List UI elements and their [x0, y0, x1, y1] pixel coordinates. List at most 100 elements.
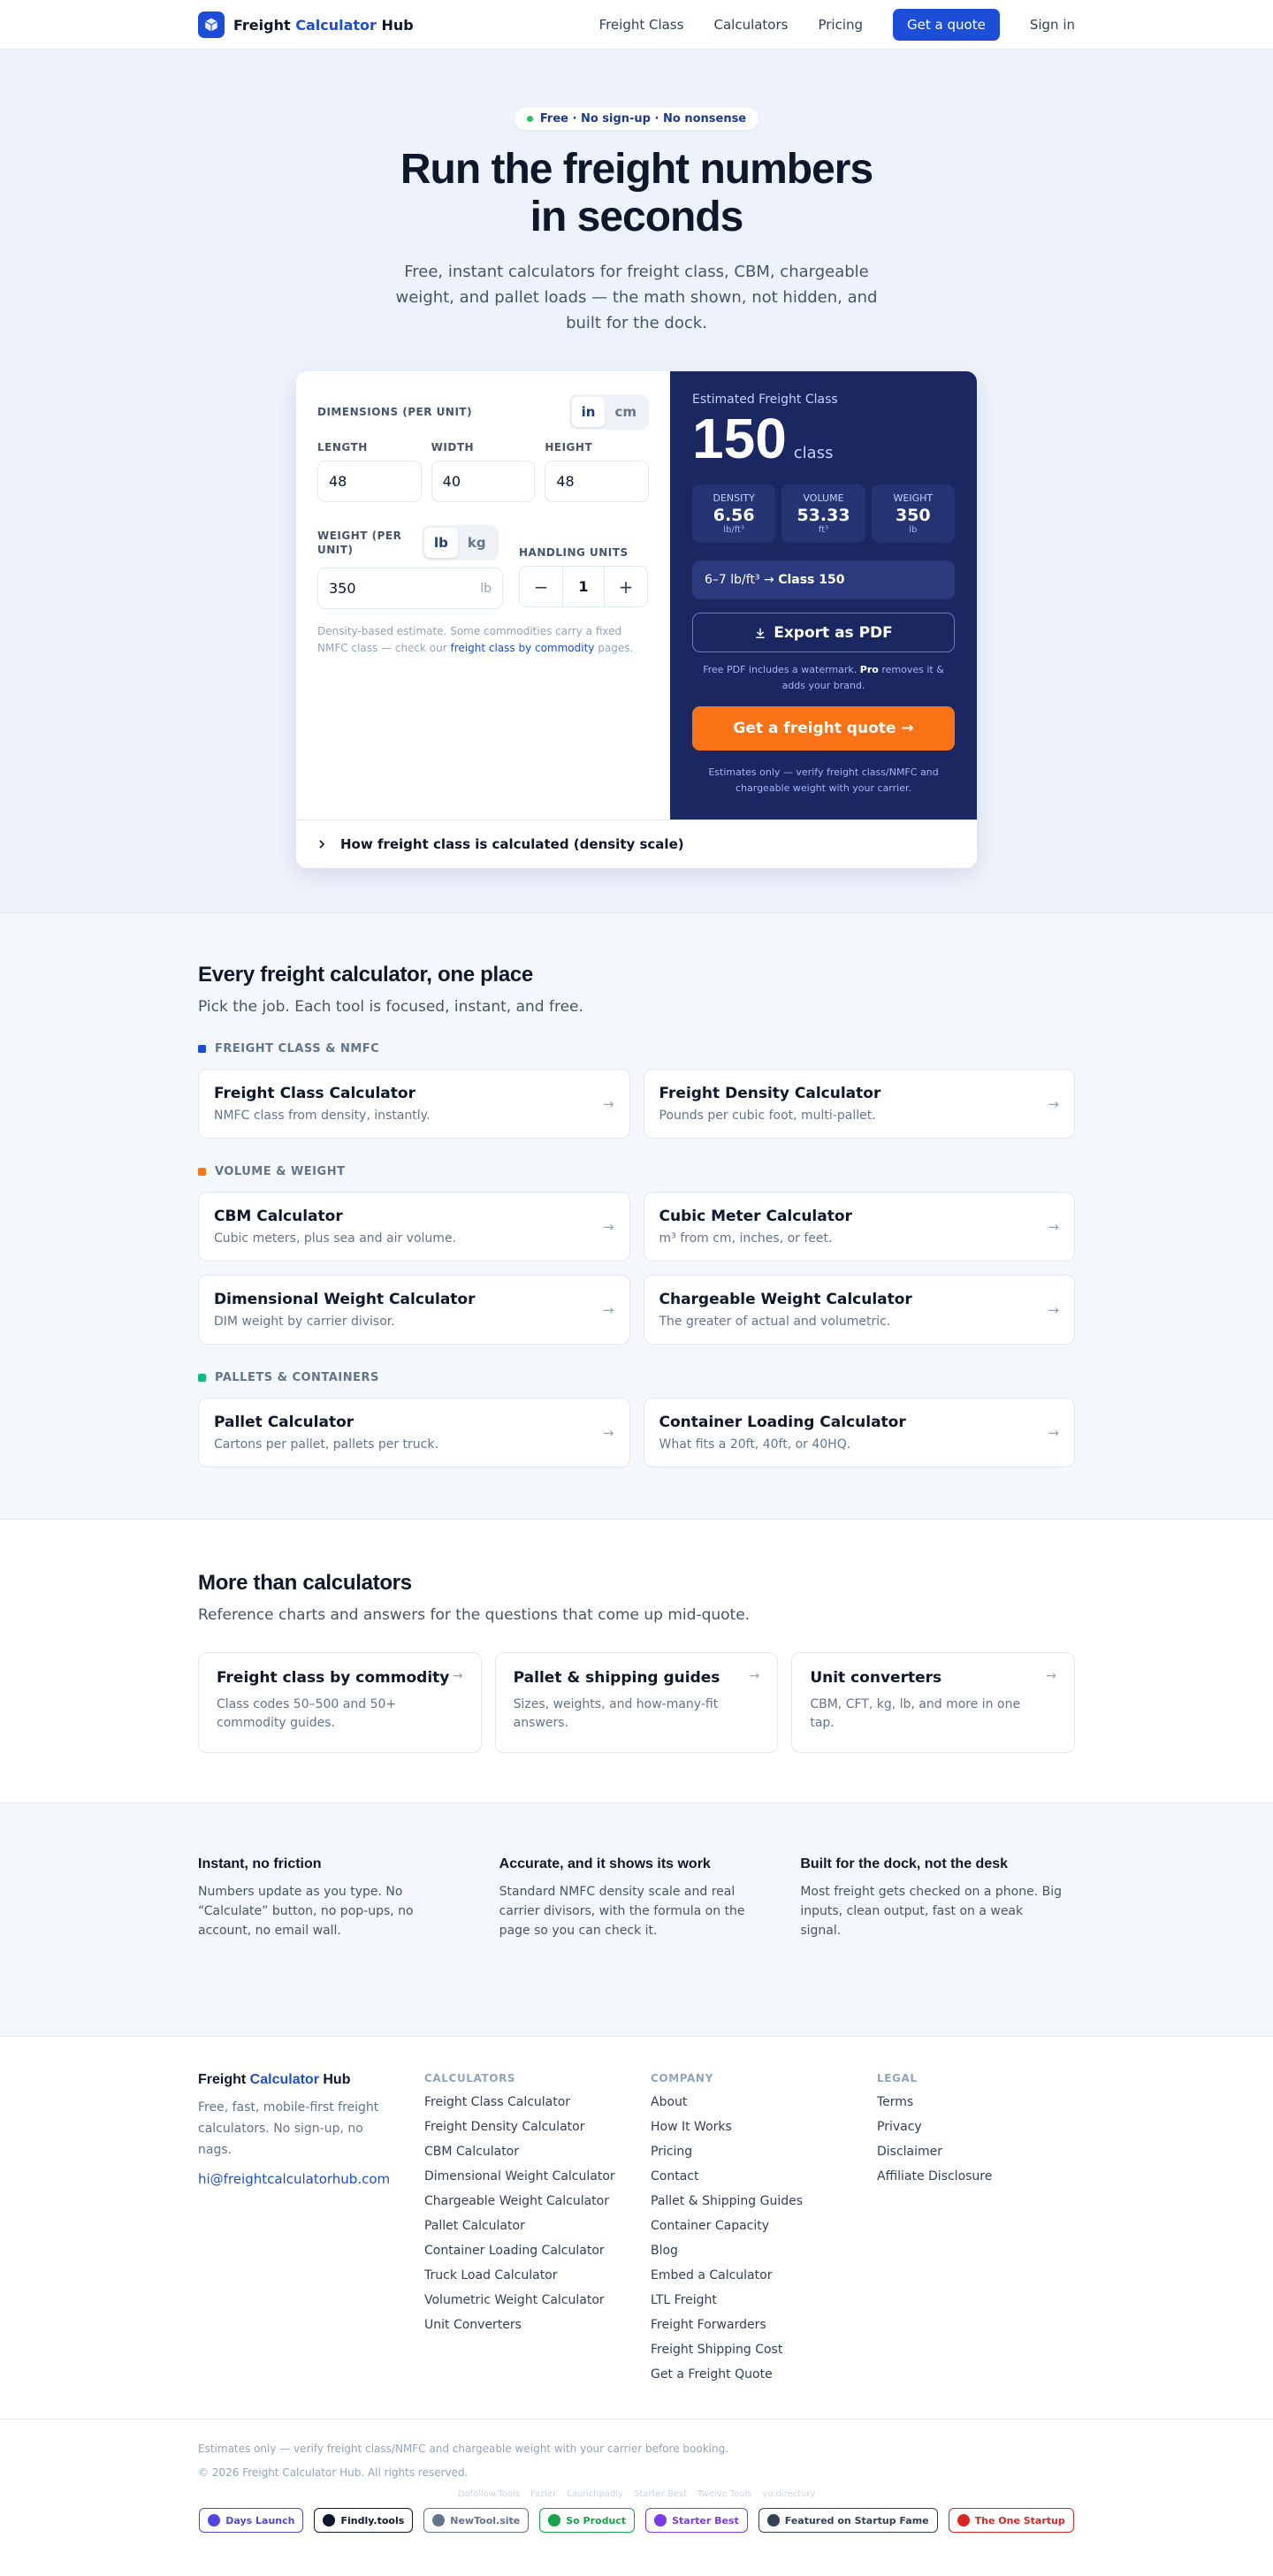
- footer-email-link[interactable]: hi@freightcalculatorhub.com: [198, 2171, 424, 2187]
- launch-badge[interactable]: Days Launch: [199, 2508, 304, 2533]
- sign-in-link[interactable]: Sign in: [1030, 17, 1075, 33]
- estimated-class-label: Estimated Freight Class: [692, 392, 838, 407]
- green-dot-icon: [526, 116, 533, 122]
- footer-company-link[interactable]: Get a Freight Quote: [651, 2362, 877, 2387]
- footer-calculator-link[interactable]: Container Loading Calculator: [424, 2238, 651, 2263]
- footer-company-link[interactable]: Pricing: [651, 2139, 877, 2164]
- density-scale-accordion[interactable]: How freight class is calculated (density…: [296, 819, 977, 868]
- directory-link[interactable]: Starter Best: [634, 2489, 687, 2499]
- tool-card-chargeable-weight[interactable]: Chargeable Weight Calculator The greater …: [643, 1275, 1075, 1345]
- footer-legal-link[interactable]: Terms: [877, 2090, 1075, 2115]
- category-pallets: PALLETS & CONTAINERS: [198, 1371, 1075, 1384]
- arrow-right-icon: →: [749, 1669, 760, 1683]
- width-label: WIDTH: [431, 441, 475, 453]
- footer-calculator-link[interactable]: Unit Converters: [424, 2313, 651, 2337]
- decrement-button[interactable]: −: [520, 567, 562, 606]
- nav-link-pricing[interactable]: Pricing: [818, 17, 863, 33]
- footer-calculator-link[interactable]: Dimensional Weight Calculator: [424, 2164, 651, 2189]
- increment-button[interactable]: +: [605, 567, 647, 606]
- footer-calculator-link[interactable]: Volumetric Weight Calculator: [424, 2288, 651, 2313]
- feature-instant: Instant, no friction Numbers update as yo…: [198, 1856, 414, 1938]
- footer-company-link[interactable]: Blog: [651, 2238, 877, 2263]
- download-icon: [756, 628, 765, 638]
- height-input[interactable]: 48: [545, 461, 650, 502]
- nav-link-calculators[interactable]: Calculators: [713, 17, 788, 33]
- footer-calculator-link[interactable]: CBM Calculator: [424, 2139, 651, 2164]
- hero-section: Free · No sign-up · No nonsense Run the …: [0, 50, 1273, 913]
- footer-legal-link[interactable]: Privacy: [877, 2115, 1075, 2139]
- resource-card-commodity[interactable]: Freight class by commodity → Class codes 5…: [198, 1652, 482, 1753]
- calc-inputs: DIMENSIONS (PER UNIT) in cm LENGTH 48 WI…: [296, 371, 670, 819]
- nav-link-freight-class[interactable]: Freight Class: [599, 17, 684, 33]
- handling-units-value[interactable]: 1: [562, 567, 605, 606]
- footer-company-link[interactable]: Freight Forwarders: [651, 2313, 877, 2337]
- site-logo[interactable]: Freight Calculator Hub: [198, 11, 414, 38]
- weight-label: WEIGHT (PER UNIT): [317, 530, 402, 556]
- footer-calculator-link[interactable]: Truck Load Calculator: [424, 2263, 651, 2288]
- footer-company-link[interactable]: Freight Shipping Cost: [651, 2337, 877, 2362]
- footer-bottom: Estimates only — verify freight class/NM…: [0, 2420, 1273, 2547]
- weight-input[interactable]: 350 lb: [317, 568, 503, 609]
- tool-card-dimensional-weight[interactable]: Dimensional Weight Calculator DIM weight …: [198, 1275, 630, 1345]
- footer-company-link[interactable]: How It Works: [651, 2115, 877, 2139]
- launch-badge[interactable]: Starter Best: [645, 2508, 748, 2533]
- badge-icon: [208, 2514, 221, 2526]
- footer-company-link[interactable]: Contact: [651, 2164, 877, 2189]
- get-quote-button[interactable]: Get a quote: [893, 9, 1000, 41]
- footer-calculator-link[interactable]: Chargeable Weight Calculator: [424, 2189, 651, 2214]
- unit-lb-option[interactable]: lb: [424, 528, 458, 558]
- resource-card-guides[interactable]: Pallet & shipping guides → Sizes, weights,…: [494, 1652, 779, 1753]
- pdf-note: Free PDF includes a watermark. Pro remov…: [703, 664, 944, 691]
- launch-badge[interactable]: The One Startup: [948, 2508, 1074, 2533]
- tool-card-freight-class[interactable]: Freight Class Calculator NMFC class from …: [198, 1069, 630, 1139]
- density-band: 6–7 lb/ft³ → Class 150: [692, 560, 955, 599]
- directory-link[interactable]: Twelve Tools: [697, 2489, 751, 2499]
- footer-company-link[interactable]: About: [651, 2090, 877, 2115]
- directory-link[interactable]: Launchpadly: [567, 2489, 623, 2499]
- footer-legal-link[interactable]: Affiliate Disclosure: [877, 2164, 1075, 2189]
- footer-company-link[interactable]: Container Capacity: [651, 2214, 877, 2238]
- density-stat: DENSITY 6.56 lb/ft³: [692, 484, 776, 543]
- calculators-title: Every freight calculator, one place: [198, 963, 533, 987]
- hero-title: Run the freight numbers in seconds: [400, 146, 873, 240]
- handling-units-stepper: − 1 +: [519, 566, 648, 607]
- tool-card-cubic-meter[interactable]: Cubic Meter Calculator m³ from cm, inches…: [643, 1192, 1075, 1261]
- footer-legal-link[interactable]: Disclaimer: [877, 2139, 1075, 2164]
- arrow-right-icon: →: [1048, 1218, 1059, 1235]
- dimensions-label: DIMENSIONS (PER UNIT): [317, 406, 473, 418]
- footer-company-link[interactable]: LTL Freight: [651, 2288, 877, 2313]
- tool-card-cbm[interactable]: CBM Calculator Cubic meters, plus sea and…: [198, 1192, 630, 1261]
- unit-in-option[interactable]: in: [571, 397, 606, 427]
- launch-badge[interactable]: Findly.tools: [314, 2508, 414, 2533]
- directory-link[interactable]: Fazier: [530, 2489, 556, 2499]
- launch-badge[interactable]: So Product: [539, 2508, 636, 2533]
- badge-icon: [432, 2514, 446, 2526]
- footer-logo[interactable]: Freight Calculator Hub: [198, 2072, 424, 2088]
- tool-card-pallet[interactable]: Pallet Calculator Cartons per pallet, pal…: [198, 1398, 630, 1467]
- calc-result-panel: Estimated Freight Class 150 class DENSIT…: [670, 371, 977, 819]
- footer-calculator-link[interactable]: Freight Density Calculator: [424, 2115, 651, 2139]
- length-input[interactable]: 48: [317, 461, 422, 502]
- footer-company-link[interactable]: Pallet & Shipping Guides: [651, 2189, 877, 2214]
- tool-card-freight-density[interactable]: Freight Density Calculator Pounds per cub…: [643, 1069, 1075, 1139]
- freight-quote-button[interactable]: Get a freight quote →: [692, 706, 955, 751]
- directory-link[interactable]: Dofollow.Tools: [458, 2489, 520, 2499]
- width-input[interactable]: 40: [431, 461, 536, 502]
- footer-calculators-list: Freight Class Calculator Freight Density …: [424, 2090, 651, 2337]
- footer-company-link[interactable]: Embed a Calculator: [651, 2263, 877, 2288]
- commodity-class-link[interactable]: freight class by commodity: [451, 642, 595, 654]
- footer-calculator-link[interactable]: Pallet Calculator: [424, 2214, 651, 2238]
- footer-calculator-link[interactable]: Freight Class Calculator: [424, 2090, 651, 2115]
- export-pdf-button[interactable]: Export as PDF: [692, 613, 955, 652]
- arrow-right-icon: →: [602, 1424, 614, 1441]
- feature-accurate: Accurate, and it shows its work Standard …: [499, 1856, 745, 1938]
- resource-card-converters[interactable]: Unit converters → CBM, CFT, kg, lb, and mo…: [791, 1652, 1075, 1753]
- footer-company-heading: COMPANY: [651, 2072, 713, 2084]
- unit-kg-option[interactable]: kg: [458, 528, 496, 558]
- tool-card-container-loading[interactable]: Container Loading Calculator What fits a …: [643, 1398, 1075, 1467]
- launch-badge[interactable]: NewTool.site: [423, 2508, 530, 2533]
- freight-class-widget: DIMENSIONS (PER UNIT) in cm LENGTH 48 WI…: [296, 371, 977, 868]
- unit-cm-option[interactable]: cm: [605, 397, 646, 427]
- directory-link[interactable]: yo.directory: [762, 2489, 815, 2499]
- launch-badge[interactable]: Featured on Startup Fame: [758, 2508, 938, 2533]
